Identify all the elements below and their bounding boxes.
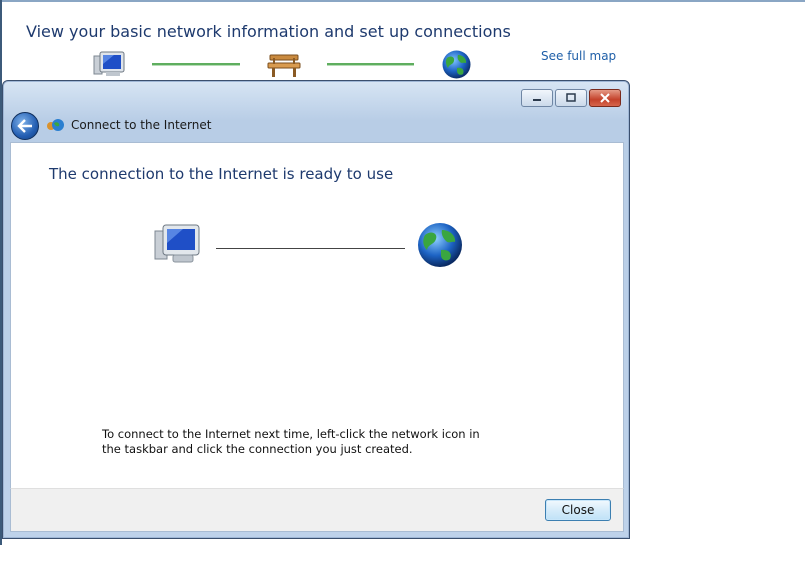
maximize-icon bbox=[566, 93, 576, 102]
minimize-button[interactable] bbox=[521, 89, 553, 107]
network-connection-icon bbox=[47, 119, 64, 131]
back-arrow-icon bbox=[17, 119, 32, 133]
dialog-footer: Close bbox=[10, 488, 624, 532]
window-close-button[interactable] bbox=[589, 89, 621, 107]
back-button[interactable] bbox=[11, 112, 39, 140]
close-icon bbox=[600, 93, 610, 103]
dialog-content: The connection to the Internet is ready … bbox=[10, 142, 624, 489]
dialog-headline: The connection to the Internet is ready … bbox=[49, 165, 394, 183]
close-button[interactable]: Close bbox=[545, 499, 611, 521]
bench-icon[interactable] bbox=[267, 52, 301, 78]
map-connection-line bbox=[152, 63, 240, 66]
computer-icon bbox=[154, 224, 200, 263]
globe-icon bbox=[418, 223, 462, 267]
background-top-border bbox=[0, 0, 805, 2]
dialog-instruction-text: To connect to the Internet next time, le… bbox=[102, 427, 480, 456]
dialog-nav-title: Connect to the Internet bbox=[71, 118, 212, 132]
network-center-header: View your basic network information and … bbox=[26, 22, 511, 41]
window-controls bbox=[521, 89, 621, 107]
connect-to-internet-dialog: Connect to the Internet The connection t… bbox=[2, 80, 630, 539]
minimize-icon bbox=[533, 99, 541, 101]
map-connection-line bbox=[327, 63, 414, 66]
globe-icon[interactable] bbox=[441, 49, 472, 80]
maximize-button[interactable] bbox=[555, 89, 587, 107]
computer-icon[interactable] bbox=[92, 50, 126, 80]
connection-line bbox=[216, 248, 405, 249]
see-full-map-link[interactable]: See full map bbox=[541, 49, 616, 63]
